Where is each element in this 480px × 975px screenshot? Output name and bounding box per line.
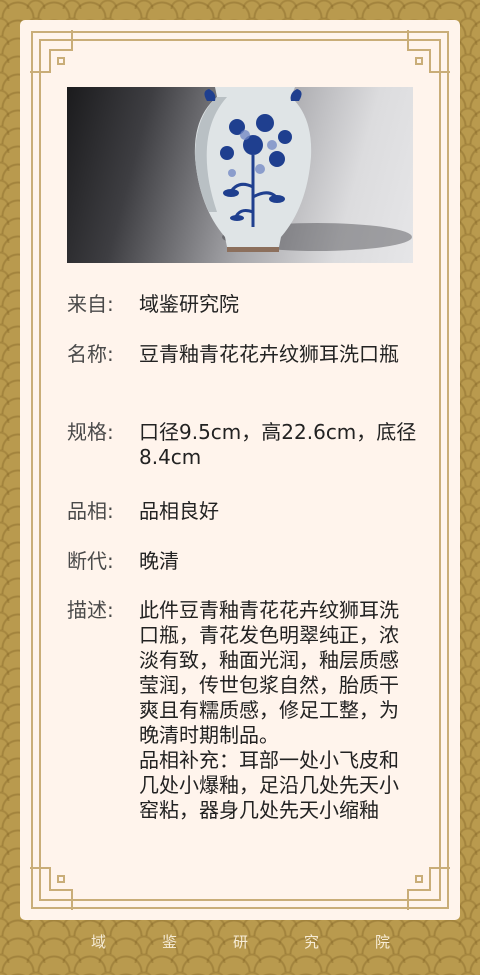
detail-label: 规格:	[67, 420, 114, 444]
detail-value: 品相良好	[139, 499, 219, 523]
detail-value: 域鉴研究院	[139, 292, 239, 316]
detail-label: 品相:	[67, 499, 114, 523]
detail-card: 来自: 域鉴研究院 名称: 豆青釉青花花卉纹狮耳洗口瓶 规格: 口径9.5cm，…	[20, 20, 460, 920]
footer-char: 院	[375, 933, 391, 951]
product-photo-carousel[interactable]	[67, 87, 413, 263]
detail-label: 断代:	[67, 549, 114, 573]
detail-label: 描述:	[67, 598, 114, 622]
footer-char: 研	[233, 933, 249, 951]
footer-char: 域	[91, 933, 107, 951]
detail-value: 晚清	[139, 549, 179, 573]
detail-value: 豆青釉青花花卉纹狮耳洗口瓶	[139, 342, 399, 366]
vase-photo	[194, 87, 412, 252]
footer-char: 究	[304, 933, 320, 951]
detail-label: 来自:	[67, 292, 114, 316]
detail-value: 此件豆青釉青花花卉纹狮耳洗口瓶，青花发色明翠纯正，浓淡有致，釉面光润，釉层质感莹…	[139, 598, 399, 822]
footer-brand: 域 鉴 研 究 院	[0, 932, 480, 954]
detail-value: 口径9.5cm，高22.6cm，底径8.4cm	[139, 420, 417, 469]
detail-label: 名称:	[67, 342, 114, 366]
footer-char: 鉴	[162, 933, 178, 951]
